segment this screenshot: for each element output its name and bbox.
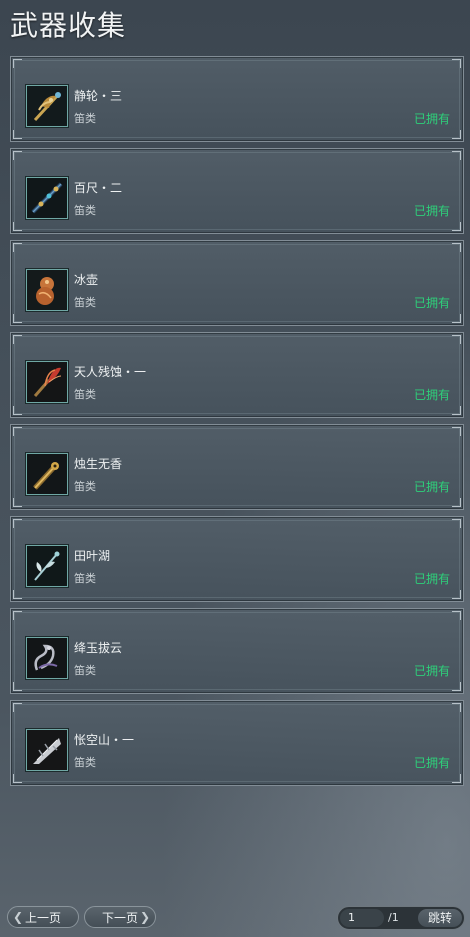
page-number-input[interactable]: 1	[340, 909, 384, 927]
weapon-type: 笛类	[74, 664, 96, 677]
weapon-card[interactable]: 百尺・二 笛类 已拥有	[10, 148, 464, 234]
golden-claw-weapon-icon[interactable]	[26, 85, 68, 127]
corner-ornament	[452, 222, 461, 231]
gourd-flute-icon[interactable]	[26, 269, 68, 311]
corner-ornament	[13, 682, 22, 691]
corner-ornament	[452, 498, 461, 507]
corner-ornament	[13, 406, 22, 415]
weapon-card[interactable]: 天人残蚀・一 笛类 已拥有	[10, 332, 464, 418]
corner-ornament	[452, 519, 461, 528]
corner-ornament	[13, 243, 22, 252]
weapon-card[interactable]: 静轮・三 笛类 已拥有	[10, 56, 464, 142]
weapon-name: 静轮・三	[74, 89, 123, 103]
weapon-name: 怅空山・一	[74, 733, 135, 747]
weapon-type: 笛类	[74, 388, 96, 401]
owned-status: 已拥有	[413, 204, 450, 218]
owned-status: 已拥有	[413, 388, 450, 402]
prev-page-button[interactable]: ❮ 上一页	[7, 906, 79, 928]
corner-ornament	[13, 498, 22, 507]
jeweled-flute-icon[interactable]	[26, 177, 68, 219]
owned-status: 已拥有	[413, 112, 450, 126]
corner-ornament	[13, 151, 22, 160]
corner-ornament	[452, 406, 461, 415]
next-page-button[interactable]: 下一页 ❯	[84, 906, 156, 928]
corner-ornament	[452, 151, 461, 160]
owned-status: 已拥有	[413, 296, 450, 310]
weapon-card[interactable]: 绛玉拔云 笛类 已拥有	[10, 608, 464, 694]
chevron-right-icon: ❯	[139, 910, 150, 924]
corner-ornament	[452, 611, 461, 620]
dragon-flute-icon[interactable]	[26, 637, 68, 679]
weapon-name: 百尺・二	[74, 181, 123, 195]
weapon-card[interactable]: 冰壶 笛类 已拥有	[10, 240, 464, 326]
owned-status: 已拥有	[413, 480, 450, 494]
corner-ornament	[452, 703, 461, 712]
corner-ornament	[13, 130, 22, 139]
golden-flute-icon[interactable]	[26, 453, 68, 495]
chevron-left-icon: ❮	[13, 910, 24, 924]
owned-status: 已拥有	[413, 572, 450, 586]
corner-ornament	[13, 222, 22, 231]
weapon-type: 笛类	[74, 756, 96, 769]
weapon-type: 笛类	[74, 480, 96, 493]
silver-blade-flute-icon[interactable]	[26, 729, 68, 771]
corner-ornament	[452, 314, 461, 323]
corner-ornament	[452, 427, 461, 436]
corner-ornament	[452, 682, 461, 691]
lotus-flute-icon[interactable]	[26, 545, 68, 587]
corner-ornament	[13, 774, 22, 783]
page-jump-control: 1 /1 跳转	[337, 906, 465, 930]
page-title: 武器收集	[10, 9, 127, 42]
corner-ornament	[13, 519, 22, 528]
corner-ornament	[13, 314, 22, 323]
corner-ornament	[13, 427, 22, 436]
prev-page-label: 上一页	[24, 910, 61, 925]
weapon-type: 笛类	[74, 572, 96, 585]
weapon-type: 笛类	[74, 112, 96, 125]
weapon-name: 绛玉拔云	[74, 641, 123, 655]
weapon-card[interactable]: 田叶湖 笛类 已拥有	[10, 516, 464, 602]
corner-ornament	[452, 59, 461, 68]
weapon-list: 静轮・三 笛类 已拥有 百尺・二 笛类 已拥有 冰壶 笛类 已拥有 天人残蚀・一…	[10, 56, 464, 792]
red-feather-flute-icon[interactable]	[26, 361, 68, 403]
corner-ornament	[452, 335, 461, 344]
weapon-type: 笛类	[74, 204, 96, 217]
corner-ornament	[452, 590, 461, 599]
corner-ornament	[13, 611, 22, 620]
weapon-name: 冰壶	[74, 273, 99, 287]
jump-button[interactable]: 跳转	[418, 909, 462, 927]
corner-ornament	[13, 335, 22, 344]
weapon-name: 天人残蚀・一	[74, 365, 147, 379]
corner-ornament	[452, 243, 461, 252]
owned-status: 已拥有	[413, 664, 450, 678]
corner-ornament	[13, 703, 22, 712]
weapon-type: 笛类	[74, 296, 96, 309]
weapon-card[interactable]: 怅空山・一 笛类 已拥有	[10, 700, 464, 786]
corner-ornament	[452, 130, 461, 139]
page-total: /1	[388, 911, 399, 924]
weapon-name: 烛生无香	[74, 457, 123, 471]
corner-ornament	[13, 59, 22, 68]
weapon-card[interactable]: 烛生无香 笛类 已拥有	[10, 424, 464, 510]
corner-ornament	[13, 590, 22, 599]
weapon-name: 田叶湖	[74, 549, 111, 563]
owned-status: 已拥有	[413, 756, 450, 770]
next-page-label: 下一页	[101, 910, 138, 925]
corner-ornament	[452, 774, 461, 783]
